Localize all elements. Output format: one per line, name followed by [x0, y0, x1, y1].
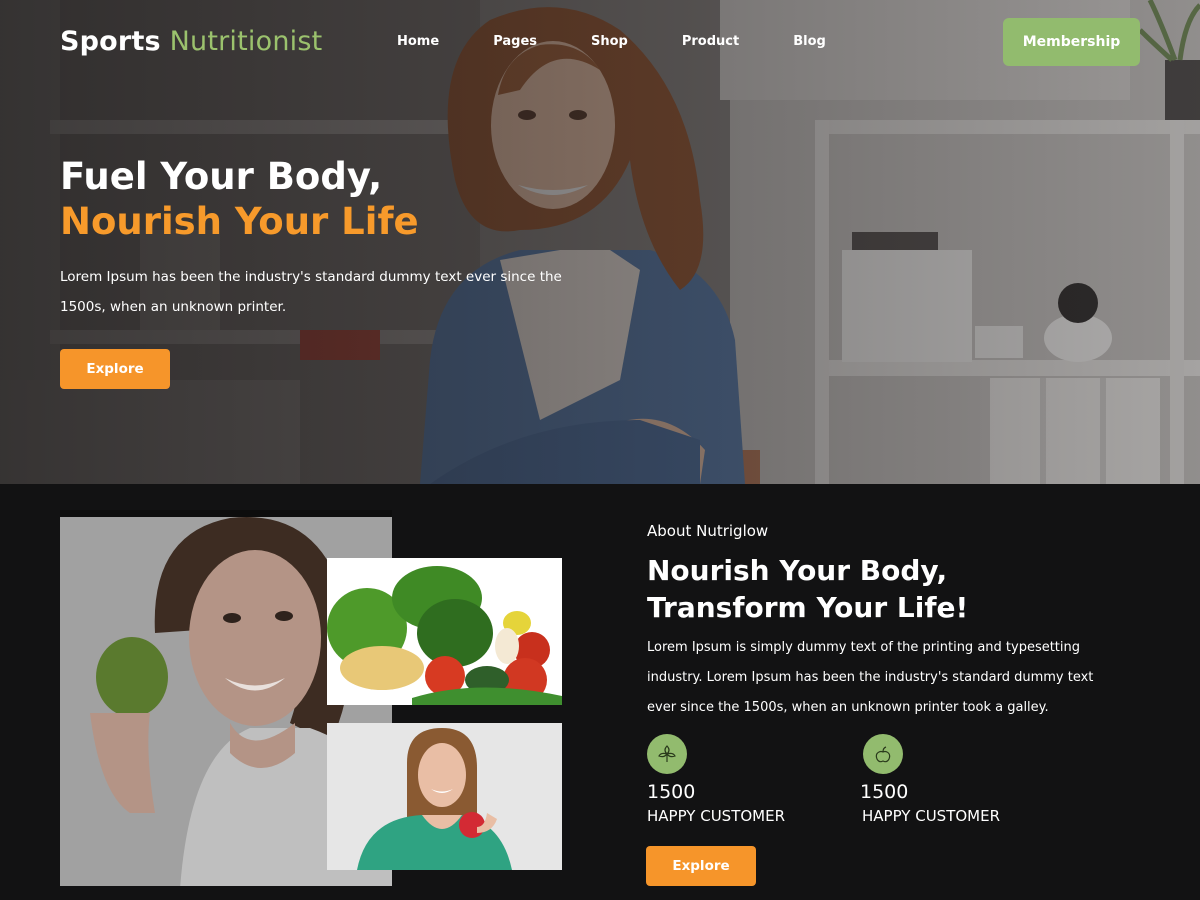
girl-with-apple-photo [327, 723, 562, 870]
nav-product[interactable]: Product [682, 34, 739, 49]
nav-pages[interactable]: Pages [493, 34, 537, 49]
apple-icon [863, 734, 903, 774]
hero-title-line2: Nourish Your Life [60, 200, 419, 243]
main-nav: Home Pages Shop Product Blog [397, 34, 826, 49]
about-title-line2: Transform Your Life! [647, 591, 969, 624]
logo-word-sports: Sports [60, 26, 161, 57]
about-section: About Nutriglow Nourish Your Body, Trans… [0, 484, 1200, 900]
about-description: Lorem Ipsum is simply dummy text of the … [647, 640, 1094, 715]
stat-label: HAPPY CUSTOMER [647, 807, 786, 825]
about-title: Nourish Your Body, Transform Your Life! [647, 552, 968, 626]
logo-word-nutritionist: Nutritionist [169, 26, 323, 57]
vegetables-photo [327, 558, 562, 705]
stat-value: 1500 [860, 781, 909, 803]
hero-section: Sports Nutritionist Home Pages Shop Prod… [0, 0, 1200, 484]
membership-button[interactable]: Membership [1003, 18, 1140, 66]
hero-title-line1: Fuel Your Body, [60, 155, 383, 198]
nav-home[interactable]: Home [397, 34, 439, 49]
about-explore-button[interactable]: Explore [646, 846, 756, 886]
about-title-line1: Nourish Your Body, [647, 554, 948, 587]
stat-value: 1500 [647, 781, 696, 803]
vegetables-image [327, 558, 562, 705]
stat-label: HAPPY CUSTOMER [862, 807, 1001, 825]
nav-shop[interactable]: Shop [591, 34, 628, 49]
leaf-icon [647, 734, 687, 774]
about-kicker: About Nutriglow [647, 522, 769, 540]
hero-title: Fuel Your Body, Nourish Your Life [60, 154, 419, 244]
stat-happy-customer-1: 1500 HAPPY CUSTOMER [647, 734, 847, 825]
stat-happy-customer-2: 1500 HAPPY CUSTOMER [860, 734, 1062, 825]
hero-explore-button[interactable]: Explore [60, 349, 170, 389]
girl-with-apple-image [327, 723, 562, 870]
nav-blog[interactable]: Blog [793, 34, 826, 49]
hero-description: Lorem Ipsum has been the industry's stan… [60, 269, 562, 315]
site-logo[interactable]: Sports Nutritionist [60, 26, 322, 57]
